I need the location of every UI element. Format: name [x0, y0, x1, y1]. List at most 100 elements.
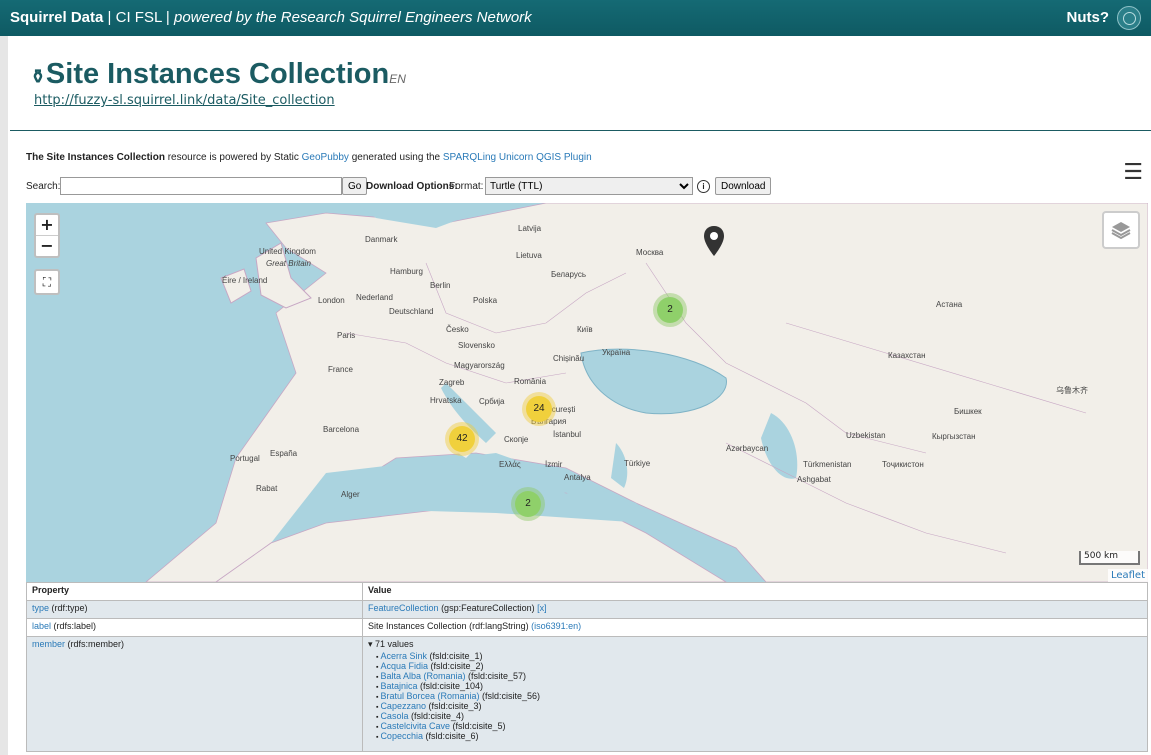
format-select[interactable]: Turtle (TTL)	[485, 177, 693, 195]
value-extra-link[interactable]: (iso6391:en)	[531, 621, 581, 631]
member-link[interactable]: Copecchia	[380, 731, 423, 741]
property-link[interactable]: type	[32, 603, 49, 613]
map-label: Latvija	[518, 224, 542, 233]
property-cell: type (rdf:type)	[26, 600, 363, 619]
property-qualifier: (rdf:type)	[51, 603, 88, 613]
resource-uri-link[interactable]: http://fuzzy-sl.squirrel.link/data/Site_…	[34, 93, 335, 108]
map-label: Rabat	[256, 484, 278, 493]
map-label: Alger	[341, 490, 360, 499]
member-link[interactable]: Bratul Borcea (Romania)	[380, 691, 479, 701]
map-label: Hamburg	[390, 267, 423, 276]
section-link[interactable]: CI FSL	[116, 9, 162, 26]
nuts-link[interactable]: Nuts?	[1067, 9, 1110, 26]
plugin-link[interactable]: SPARQLing Unicorn QGIS Plugin	[443, 152, 592, 163]
powered-text: resource is powered by Static	[167, 152, 299, 163]
format-label: Format:	[449, 181, 484, 192]
marker-cluster[interactable]: 2	[657, 297, 683, 323]
member-link[interactable]: Capezzano	[380, 701, 426, 711]
zoom-in-button[interactable]: +	[36, 215, 58, 235]
map-label: 乌鲁木齐	[1056, 386, 1088, 395]
map-label: Danmark	[365, 235, 398, 244]
member-id: (fsld:cisite_3)	[428, 701, 482, 711]
value-qualifier: (rdf:langString)	[469, 621, 529, 631]
map-label: Тоҷикистон	[882, 460, 924, 469]
map-label: United Kingdom	[259, 247, 316, 256]
map-label: Antalya	[564, 473, 591, 482]
map-label: Астана	[936, 300, 963, 309]
member-link[interactable]: Acqua Fidia	[380, 661, 428, 671]
table-header: Property	[26, 582, 363, 601]
zoom-control: + −	[34, 213, 60, 258]
geopubby-link[interactable]: GeoPubby	[302, 152, 349, 163]
map-label: Türkiye	[624, 459, 651, 468]
values-toggle[interactable]: ▾ 71 values	[368, 639, 1142, 650]
member-id: (fsld:cisite_1)	[429, 651, 483, 661]
squirrel-logo-icon[interactable]	[1117, 6, 1141, 30]
menu-icon[interactable]: ☰	[1123, 160, 1143, 185]
member-list: Acerra Sink (fsld:cisite_1) Acqua Fidia …	[368, 651, 1142, 741]
generated-text: generated using the	[351, 152, 441, 163]
map[interactable]: United Kingdom Great Britain Éire / Irel…	[26, 203, 1148, 582]
map-scale: 500 km	[1079, 551, 1140, 565]
map-marker-icon[interactable]	[704, 226, 724, 256]
marker-cluster[interactable]: 2	[515, 491, 541, 517]
map-label: Србија	[479, 397, 505, 406]
member-link[interactable]: Balta Alba (Romania)	[380, 671, 465, 681]
go-button[interactable]: Go	[342, 177, 368, 195]
map-label: Бишкек	[954, 407, 982, 416]
property-cell: member (rdfs:member)	[26, 636, 363, 752]
list-item: Balta Alba (Romania) (fsld:cisite_57)	[376, 671, 1142, 681]
list-item: Batajnica (fsld:cisite_104)	[376, 681, 1142, 691]
value-cell: ▾ 71 values Acerra Sink (fsld:cisite_1) …	[362, 636, 1148, 752]
map-label: Portugal	[230, 454, 260, 463]
property-link[interactable]: label	[32, 621, 51, 631]
member-link[interactable]: Castelcivita Cave	[380, 721, 450, 731]
map-label: Deutschland	[389, 307, 434, 316]
zoom-out-button[interactable]: −	[36, 235, 58, 256]
table-header: Value	[362, 582, 1148, 601]
title-divider	[10, 130, 1151, 131]
page-title-text: Site Instances Collection	[45, 58, 390, 90]
brand-link[interactable]: Squirrel Data	[10, 9, 103, 26]
map-label: Москва	[636, 248, 664, 257]
collection-icon: ⚱	[30, 67, 46, 88]
map-label: Polska	[473, 296, 498, 305]
map-label: España	[270, 449, 298, 458]
map-label: Київ	[577, 325, 593, 334]
separator: |	[165, 9, 174, 26]
map-label: Hrvatska	[430, 396, 462, 405]
page-title: ⚱Site Instances CollectionEN	[30, 58, 406, 91]
value-text: Site Instances Collection	[368, 621, 467, 631]
list-item: Acqua Fidia (fsld:cisite_2)	[376, 661, 1142, 671]
member-id: (fsld:cisite_4)	[410, 711, 464, 721]
member-id: (fsld:cisite_56)	[482, 691, 541, 701]
leaflet-attribution-link[interactable]: Leaflet	[1107, 569, 1148, 582]
member-link[interactable]: Acerra Sink	[380, 651, 427, 661]
info-icon[interactable]: i	[697, 180, 710, 193]
member-id: (fsld:cisite_5)	[452, 721, 506, 731]
member-id: (fsld:cisite_104)	[419, 681, 484, 691]
value-link[interactable]: FeatureCollection	[368, 603, 439, 613]
download-button[interactable]: Download	[715, 177, 772, 195]
member-link[interactable]: Batajnica	[380, 681, 417, 691]
map-label: London	[318, 296, 345, 305]
map-label: Slovensko	[458, 341, 495, 350]
map-label: Barcelona	[323, 425, 360, 434]
map-label: Paris	[337, 331, 356, 340]
member-link[interactable]: Casola	[380, 711, 408, 721]
marker-cluster[interactable]: 42	[449, 426, 475, 452]
basemap	[145, 203, 1148, 582]
language-tag: EN	[389, 72, 406, 86]
value-cell: FeatureCollection (gsp:FeatureCollection…	[362, 600, 1148, 619]
layers-icon[interactable]	[1102, 211, 1140, 249]
list-item: Capezzano (fsld:cisite_3)	[376, 701, 1142, 711]
topbar-title: Squirrel Data | CI FSL | powered by the …	[10, 9, 532, 26]
property-link[interactable]: member	[32, 639, 65, 649]
value-extra-link[interactable]: [x]	[537, 603, 547, 613]
member-id: (fsld:cisite_57)	[468, 671, 527, 681]
marker-cluster[interactable]: 24	[526, 396, 552, 422]
map-label: Türkmenistan	[803, 460, 852, 469]
fullscreen-icon[interactable]: ⛶	[34, 269, 60, 295]
search-input[interactable]	[60, 177, 342, 195]
map-label: Éire / Ireland	[222, 276, 268, 285]
